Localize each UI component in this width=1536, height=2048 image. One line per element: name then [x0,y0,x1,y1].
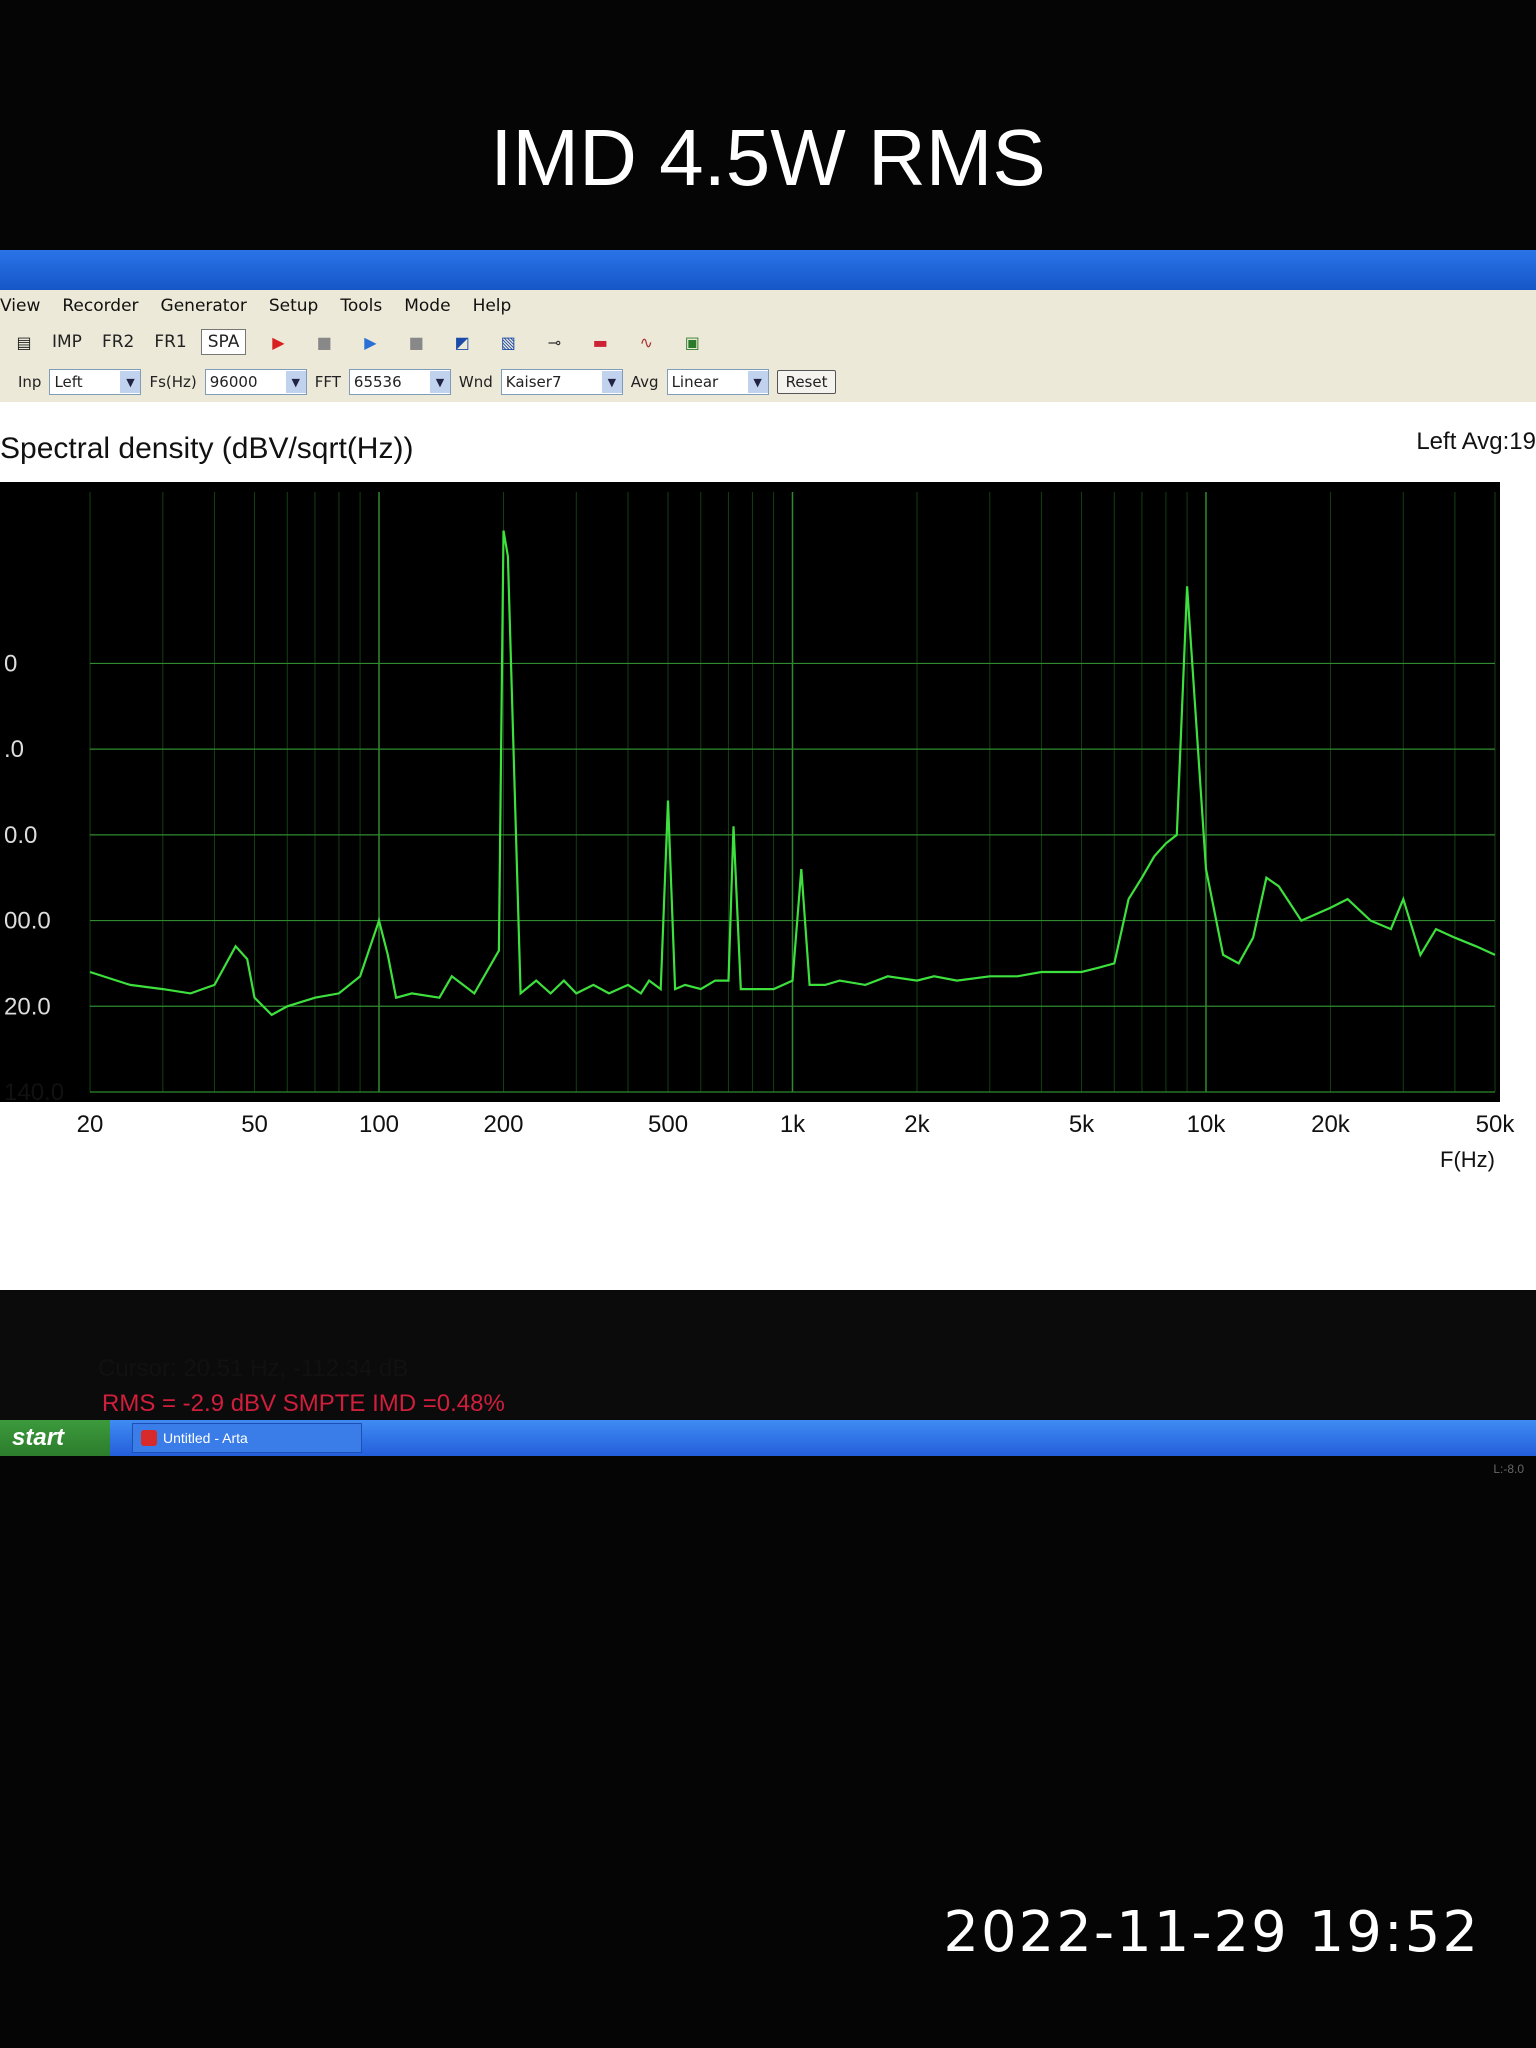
mode-fr1-button[interactable]: FR1 [148,330,192,354]
chevron-down-icon[interactable]: ▼ [120,371,141,393]
start-button[interactable]: start [0,1420,110,1456]
fs-label: Fs(Hz) [149,373,197,391]
input-channel-select[interactable]: Left ▼ [49,369,142,395]
plot-background [0,482,1500,1122]
x-tick-label: 2k [904,1111,930,1138]
rms-imd-readout: RMS = -2.9 dBV SMPTE IMD =0.48% [102,1390,505,1417]
window-select[interactable]: Kaiser7 ▼ [500,369,623,395]
menu-mode[interactable]: Mode [404,296,450,316]
menu-generator[interactable]: Generator [161,296,247,316]
y-tick-label: 0.0 [4,822,37,849]
x-tick-label: 50k [1476,1111,1516,1138]
y-tick-label: 140.0 [4,1079,64,1106]
plot-panel: Spectral density (dBV/sqrt(Hz)) Left Avg… [0,402,1536,1476]
x-tick-label: 100 [359,1111,399,1138]
settings-toolbar: Inp Left ▼ Fs(Hz) 96000 ▼ FFT 65536 ▼ Wn… [0,362,1536,403]
scope-icon[interactable]: ▣ [678,332,706,352]
sample-rate-select[interactable]: 96000 ▼ [204,369,307,395]
chevron-down-icon[interactable]: ▼ [747,371,768,393]
menu-bar: View Recorder Generator Setup Tools Mode… [0,290,1536,322]
record-play-icon[interactable]: ▶ [264,332,292,352]
fft-size-select[interactable]: 65536 ▼ [348,369,451,395]
app-icon [141,1430,157,1446]
x-tick-label: 20k [1311,1111,1351,1138]
avg-label: Avg [630,373,659,391]
y-tick-label: 00.0 [4,908,51,935]
generator-play-icon[interactable]: ▶ [356,332,384,352]
x-tick-label: 200 [483,1111,523,1138]
meter-icon[interactable]: ▬ [586,332,614,352]
generator-stop-icon[interactable]: ■ [402,332,430,352]
save-icon[interactable]: ▤ [10,332,38,352]
channel-average-status: Left Avg:19 [1416,428,1536,455]
x-tick-label: 1k [780,1111,806,1138]
x-tick-label: 5k [1069,1111,1095,1138]
sine-icon[interactable]: ∿ [632,332,660,352]
photo-timestamp: 2022-11-29 19:52 [943,1900,1480,1965]
mode-fr2-button[interactable]: FR2 [96,330,140,354]
axis-margin [0,1102,1536,1202]
menu-recorder[interactable]: Recorder [62,296,138,316]
menu-setup[interactable]: Setup [269,296,318,316]
mode-toolbar: ▤ IMP FR2 FR1 SPA ▶ ■ ▶ ■ ◩ ▧ ⊸ ▬ ∿ ▣ [0,322,1536,362]
averaging-select[interactable]: Linear ▼ [666,369,769,395]
y-tick-label: 0 [4,650,17,677]
taskbar-item-arta[interactable]: Untitled - Arta [132,1423,362,1453]
menu-view[interactable]: View [0,296,40,316]
x-axis-label: F(Hz) [1440,1147,1495,1172]
stop-icon[interactable]: ■ [310,332,338,352]
reset-button[interactable]: Reset [776,370,837,394]
averaging-value: Linear [671,373,719,391]
mode-imp-button[interactable]: IMP [46,330,88,354]
x-tick-label: 10k [1187,1111,1227,1138]
probe-icon[interactable]: ⊸ [540,332,568,352]
input-channel-value: Left [54,373,83,391]
x-tick-label: 20 [77,1111,104,1138]
x-tick-label: 500 [648,1111,688,1138]
fft-size-value: 65536 [353,373,402,391]
monitor-screen: View Recorder Generator Setup Tools Mode… [0,250,1536,1476]
y-tick-label: .0 [4,736,24,763]
photo-caption: IMD 4.5W RMS [490,113,1046,202]
taskbar-item-label: Untitled - Arta [163,1430,248,1446]
spectrum-icon[interactable]: ◩ [448,332,476,352]
window-value: Kaiser7 [505,373,562,391]
window-titlebar[interactable] [0,250,1536,290]
menu-tools[interactable]: Tools [340,296,382,316]
chevron-down-icon[interactable]: ▼ [285,371,306,393]
taskbar: start Untitled - Arta [0,1420,1536,1456]
waveform-icon[interactable]: ▧ [494,332,522,352]
version-label: L:-8.0 [1493,1462,1524,1476]
x-tick-label: 50 [241,1111,268,1138]
plot-title: Spectral density (dBV/sqrt(Hz)) [0,432,414,465]
menu-help[interactable]: Help [473,296,512,316]
chevron-down-icon[interactable]: ▼ [429,371,450,393]
sample-rate-value: 96000 [209,373,258,391]
inp-label: Inp [18,373,42,391]
spectrum-chart[interactable]: 20 50 100 200 500 1k 2k 5k 10k 20k 50k F(Hz) 140.0 20… [0,482,1536,1202]
cursor-readout: Cursor: 20.51 Hz, -112.34 dB [98,1355,409,1382]
wnd-label: Wnd [458,373,493,391]
mode-spa-button[interactable]: SPA [200,329,247,355]
fft-label: FFT [314,373,341,391]
y-tick-label: 20.0 [4,993,51,1020]
chevron-down-icon[interactable]: ▼ [601,371,622,393]
